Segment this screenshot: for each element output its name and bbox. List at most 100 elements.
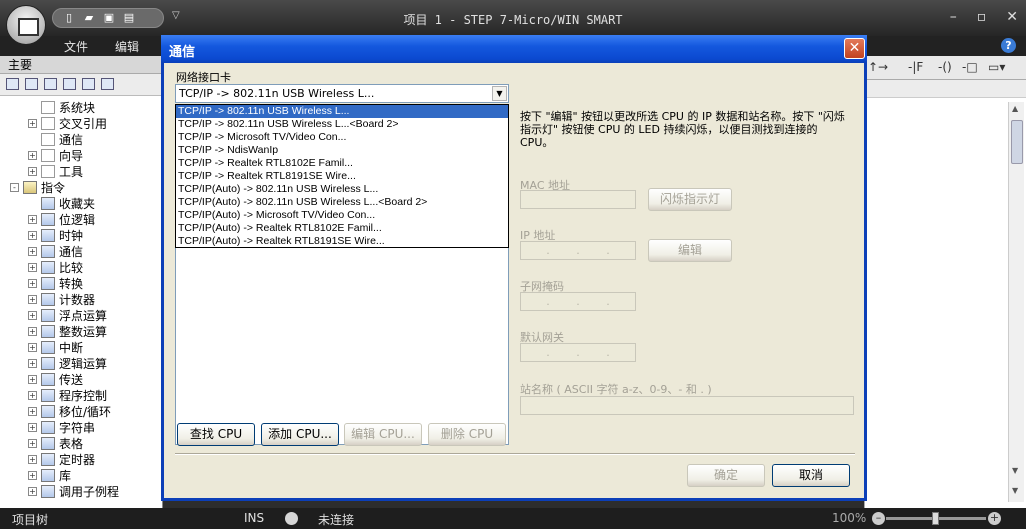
view-icon[interactable]	[82, 78, 95, 90]
tree-item[interactable]: - 指令	[10, 179, 65, 195]
tree-item[interactable]: + 逻辑运算	[28, 355, 107, 371]
expand-icon[interactable]: +	[28, 262, 37, 272]
tree-item[interactable]: + 调用子例程	[28, 483, 119, 499]
tree-item[interactable]: + 交叉引用	[28, 115, 107, 131]
menu-edit[interactable]: 编辑	[115, 38, 139, 55]
tree-item[interactable]: + 表格	[28, 435, 83, 451]
restore-icon[interactable]: ▫	[977, 9, 987, 25]
nic-option[interactable]: TCP/IP(Auto) -> 802.11n USB Wireless L..…	[176, 183, 508, 196]
expand-icon[interactable]: +	[28, 454, 37, 464]
add-cpu-button[interactable]: 添加 CPU...	[261, 423, 339, 446]
scroll-down-icon[interactable]: ▼	[1012, 466, 1018, 475]
nic-option[interactable]: TCP/IP(Auto) -> Realtek RTL8191SE Wire..…	[176, 235, 508, 248]
delete-cpu-button[interactable]: 删除 CPU	[428, 423, 506, 446]
minimize-icon[interactable]: –	[950, 9, 957, 25]
nic-option[interactable]: TCP/IP -> 802.11n USB Wireless L...<Boar…	[176, 118, 508, 131]
nic-option[interactable]: TCP/IP(Auto) -> Realtek RTL8102E Famil..…	[176, 222, 508, 235]
nic-option[interactable]: TCP/IP -> NdisWanIp	[176, 144, 508, 157]
expand-icon[interactable]: +	[28, 486, 37, 496]
scroll-up-icon[interactable]: ▲	[1012, 104, 1018, 113]
expand-icon[interactable]: +	[28, 310, 37, 320]
expand-icon[interactable]: +	[28, 406, 37, 416]
close-icon[interactable]: ✕	[844, 38, 865, 59]
tree-item[interactable]: + 字符串	[28, 419, 95, 435]
expand-icon[interactable]: +	[28, 166, 37, 176]
expand-icon[interactable]: +	[28, 214, 37, 224]
tree-item[interactable]: + 通信	[28, 243, 83, 259]
expand-icon[interactable]: +	[28, 246, 37, 256]
view-icon[interactable]	[101, 78, 114, 90]
view-icon[interactable]	[63, 78, 76, 90]
menu-file[interactable]: 文件	[64, 38, 88, 55]
expand-icon[interactable]: +	[28, 326, 37, 336]
compare-icon	[41, 260, 55, 274]
program-editor[interactable]: ▲ ▼ ▼	[864, 80, 1026, 508]
tree-item[interactable]: + 工具	[28, 163, 83, 179]
tree-item[interactable]: 收藏夹	[28, 195, 95, 211]
contact-icon[interactable]: -|F	[908, 60, 923, 74]
tree-item[interactable]: + 库	[28, 467, 71, 483]
scroll-thumb[interactable]	[1011, 120, 1023, 164]
view-icon[interactable]	[6, 78, 19, 90]
status-ins: INS	[244, 511, 265, 525]
expand-icon[interactable]: +	[28, 422, 37, 432]
expand-icon[interactable]: +	[28, 342, 37, 352]
edit-cpu-button[interactable]: 编辑 CPU...	[344, 423, 422, 446]
edit-button[interactable]: 编辑	[648, 239, 732, 262]
expand-icon[interactable]: +	[28, 118, 37, 128]
expand-icon[interactable]: +	[28, 230, 37, 240]
expand-icon[interactable]: +	[28, 390, 37, 400]
zoom-slider-handle[interactable]	[932, 512, 939, 525]
box-icon[interactable]: -□	[962, 60, 978, 74]
tree-item[interactable]: + 位逻辑	[28, 211, 95, 227]
tree-item[interactable]: + 向导	[28, 147, 83, 163]
expand-icon[interactable]: +	[28, 294, 37, 304]
nic-option[interactable]: TCP/IP(Auto) -> Microsoft TV/Video Con..…	[176, 209, 508, 222]
tree-item[interactable]: + 定时器	[28, 451, 95, 467]
expand-icon[interactable]: +	[28, 278, 37, 288]
tree-item[interactable]: + 程序控制	[28, 387, 107, 403]
tree-item[interactable]: + 传送	[28, 371, 83, 387]
zoom-in-icon[interactable]: +	[988, 512, 1001, 525]
application-button[interactable]	[6, 5, 46, 45]
cancel-button[interactable]: 取消	[772, 464, 850, 487]
blink-led-button[interactable]: 闪烁指示灯	[648, 188, 732, 211]
tree-item[interactable]: + 移位/循环	[28, 403, 111, 419]
tree-item[interactable]: + 时钟	[28, 227, 83, 243]
view-icon[interactable]	[44, 78, 57, 90]
scroll-end-icon[interactable]: ▼	[1012, 486, 1018, 495]
tree-item[interactable]: + 转换	[28, 275, 83, 291]
tree-item[interactable]: + 中断	[28, 339, 83, 355]
tree-item[interactable]: 通信	[28, 131, 83, 147]
nic-option[interactable]: TCP/IP -> 802.11n USB Wireless L...	[176, 105, 508, 118]
tree-item[interactable]: + 计数器	[28, 291, 95, 307]
wire-right-icon[interactable]: ↑→	[868, 60, 888, 74]
view-icon[interactable]	[25, 78, 38, 90]
status-project-tree[interactable]: 项目树	[12, 511, 48, 528]
expand-icon[interactable]: +	[28, 438, 37, 448]
editor-scrollbar[interactable]: ▲ ▼ ▼	[1008, 102, 1024, 502]
chevron-down-icon[interactable]: ▼	[492, 86, 507, 101]
coil-icon[interactable]: -()	[938, 60, 952, 74]
expand-icon[interactable]: +	[28, 470, 37, 480]
tree-item[interactable]: + 比较	[28, 259, 83, 275]
expand-icon[interactable]: +	[28, 374, 37, 384]
nic-select[interactable]: TCP/IP -> 802.11n USB Wireless L... ▼	[175, 84, 509, 103]
close-window-icon[interactable]: ✕	[1006, 9, 1018, 25]
zoom-out-icon[interactable]: –	[872, 512, 885, 525]
more-icon[interactable]: ▭▾	[988, 60, 1005, 74]
expand-icon[interactable]: +	[28, 358, 37, 368]
nic-option[interactable]: TCP/IP -> Realtek RTL8102E Famil...	[176, 157, 508, 170]
nic-option[interactable]: TCP/IP -> Realtek RTL8191SE Wire...	[176, 170, 508, 183]
collapse-icon[interactable]: -	[10, 182, 19, 192]
tree-item[interactable]: + 浮点运算	[28, 307, 107, 323]
tree-item[interactable]: + 整数运算	[28, 323, 107, 339]
nic-option[interactable]: TCP/IP -> Microsoft TV/Video Con...	[176, 131, 508, 144]
tree-item[interactable]: 系统块	[28, 99, 95, 115]
expand-icon[interactable]: +	[28, 150, 37, 160]
find-cpu-button[interactable]: 查找 CPU	[177, 423, 255, 446]
ok-button[interactable]: 确定	[687, 464, 765, 487]
gateway-field: ...	[520, 343, 636, 362]
nic-option[interactable]: TCP/IP(Auto) -> 802.11n USB Wireless L..…	[176, 196, 508, 209]
help-icon[interactable]: ?	[1001, 38, 1016, 53]
